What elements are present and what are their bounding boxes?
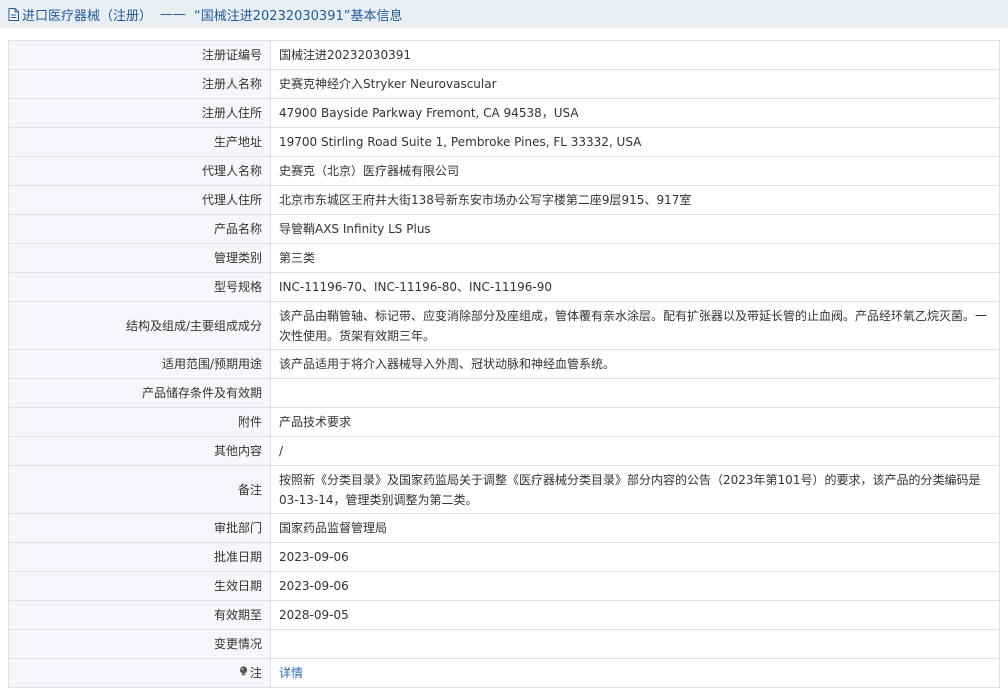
row-change-history: 变更情况: [8, 629, 1000, 659]
row-value: 47900 Bayside Parkway Fremont, CA 94538，…: [270, 98, 1000, 128]
row-other-content: 其他内容 /: [8, 436, 1000, 466]
row-label: 生效日期: [8, 571, 271, 601]
row-value: 第三类: [270, 243, 1000, 273]
details-link[interactable]: 详情: [279, 666, 303, 680]
row-intended-use: 适用范围/预期用途 该产品适用于将介入器械导入外周、冠状动脉和神经血管系统。: [8, 349, 1000, 379]
row-remarks: 备注 按照新《分类目录》及国家药监局关于调整《医疗器械分类目录》部分内容的公告（…: [8, 465, 1000, 514]
row-label: 注册证编号: [8, 40, 271, 70]
row-valid-until: 有效期至 2028-09-05: [8, 600, 1000, 630]
row-registrant-address: 注册人住所 47900 Bayside Parkway Fremont, CA …: [8, 98, 1000, 128]
row-label: 产品名称: [8, 214, 271, 244]
row-label: 代理人住所: [8, 185, 271, 215]
note-label: 注: [249, 665, 262, 680]
document-icon: [8, 7, 19, 21]
row-effective-date: 生效日期 2023-09-06: [8, 571, 1000, 601]
row-product-name: 产品名称 导管鞘AXS Infinity LS Plus: [8, 214, 1000, 244]
row-registrant-name: 注册人名称 史赛克神经介入Stryker Neurovascular: [8, 69, 1000, 99]
row-value: /: [270, 436, 1000, 466]
row-label: 生产地址: [8, 127, 271, 157]
header-category: 进口医疗器械（注册）: [22, 8, 153, 24]
row-value: [270, 378, 1000, 408]
row-value: 史赛克神经介入Stryker Neurovascular: [270, 69, 1000, 99]
row-label: 注: [8, 658, 271, 688]
row-value: 国械注进20232030391: [270, 40, 1000, 70]
row-label: 结构及组成/主要组成成分: [8, 301, 271, 350]
row-value: 按照新《分类目录》及国家药监局关于调整《医疗器械分类目录》部分内容的公告（202…: [270, 465, 1000, 514]
row-value: 19700 Stirling Road Suite 1, Pembroke Pi…: [270, 127, 1000, 157]
row-approval-department: 审批部门 国家药品监督管理局: [8, 513, 1000, 543]
row-approval-date: 批准日期 2023-09-06: [8, 542, 1000, 572]
row-model-spec: 型号规格 INC-11196-70、INC-11196-80、INC-11196…: [8, 272, 1000, 302]
row-label: 备注: [8, 465, 271, 514]
row-label: 管理类别: [8, 243, 271, 273]
row-value: INC-11196-70、INC-11196-80、INC-11196-90: [270, 272, 1000, 302]
row-value: 北京市东城区王府井大街138号新东安市场办公写字楼第二座9层915、917室: [270, 185, 1000, 215]
row-label: 审批部门: [8, 513, 271, 543]
row-label: 适用范围/预期用途: [8, 349, 271, 379]
row-value: 史赛克（北京）医疗器械有限公司: [270, 156, 1000, 186]
row-value: 2023-09-06: [270, 571, 1000, 601]
row-agent-address: 代理人住所 北京市东城区王府井大街138号新东安市场办公写字楼第二座9层915、…: [8, 185, 1000, 215]
row-label: 附件: [8, 407, 271, 437]
row-value: 导管鞘AXS Infinity LS Plus: [270, 214, 1000, 244]
row-value: 该产品由鞘管轴、标记带、应变消除部分及座组成，管体覆有亲水涂层。配有扩张器以及带…: [270, 301, 1000, 350]
row-value: 国家药品监督管理局: [270, 513, 1000, 543]
row-label: 产品储存条件及有效期: [8, 378, 271, 408]
header-title: “国械注进20232030391”基本信息: [194, 8, 403, 24]
lightbulb-icon: [239, 663, 248, 683]
row-label: 注册人住所: [8, 98, 271, 128]
row-production-address: 生产地址 19700 Stirling Road Suite 1, Pembro…: [8, 127, 1000, 157]
row-label: 有效期至: [8, 600, 271, 630]
info-table: 注册证编号 国械注进20232030391 注册人名称 史赛克神经介入Stryk…: [8, 40, 1000, 688]
row-storage-conditions: 产品储存条件及有效期: [8, 378, 1000, 408]
row-value: [270, 629, 1000, 659]
row-registration-number: 注册证编号 国械注进20232030391: [8, 40, 1000, 70]
row-label: 其他内容: [8, 436, 271, 466]
row-management-class: 管理类别 第三类: [8, 243, 1000, 273]
row-structure-composition: 结构及组成/主要组成成分 该产品由鞘管轴、标记带、应变消除部分及座组成，管体覆有…: [8, 301, 1000, 350]
row-agent-name: 代理人名称 史赛克（北京）医疗器械有限公司: [8, 156, 1000, 186]
row-label: 批准日期: [8, 542, 271, 572]
row-value: 2023-09-06: [270, 542, 1000, 572]
row-value: 该产品适用于将介入器械导入外周、冠状动脉和神经血管系统。: [270, 349, 1000, 379]
row-label: 注册人名称: [8, 69, 271, 99]
page-header: 进口医疗器械（注册） —— “国械注进20232030391”基本信息: [0, 0, 1008, 28]
row-value: 产品技术要求: [270, 407, 1000, 437]
info-panel: 注册证编号 国械注进20232030391 注册人名称 史赛克神经介入Stryk…: [8, 40, 1000, 688]
row-note: 注 详情: [8, 658, 1000, 688]
row-value: 详情: [270, 658, 1000, 688]
row-value: 2028-09-05: [270, 600, 1000, 630]
row-label: 代理人名称: [8, 156, 271, 186]
header-separator: ——: [160, 6, 187, 22]
row-label: 型号规格: [8, 272, 271, 302]
row-attachments: 附件 产品技术要求: [8, 407, 1000, 437]
row-label: 变更情况: [8, 629, 271, 659]
